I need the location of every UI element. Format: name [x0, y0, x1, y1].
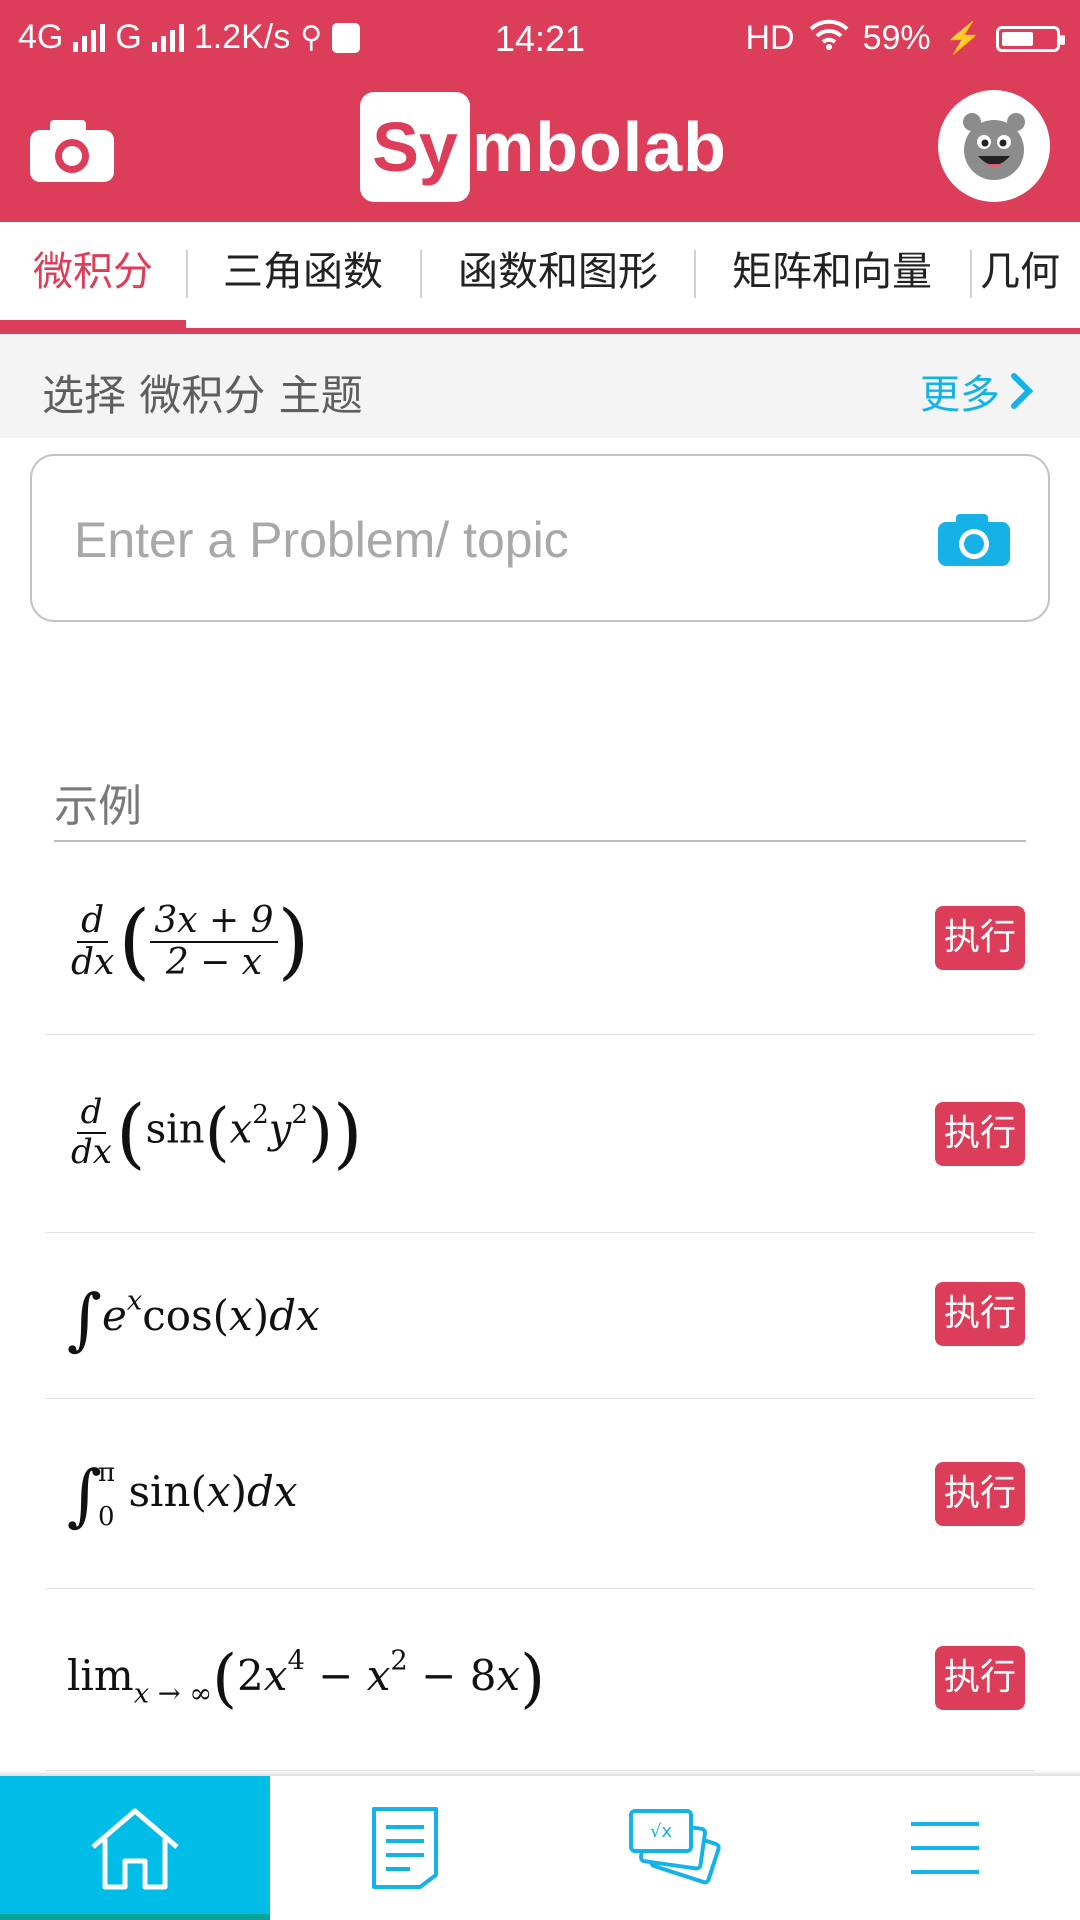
- problem-search-box: [30, 454, 1050, 622]
- tab-matrices-vectors[interactable]: 矩阵和向量: [696, 222, 968, 328]
- examples-title: 示例: [54, 781, 142, 832]
- tab-functions-graphs[interactable]: 函数和图形: [422, 222, 694, 328]
- run-button[interactable]: 执行: [935, 1282, 1025, 1346]
- battery-icon: [996, 25, 1065, 52]
- nav-notebook[interactable]: [270, 1776, 540, 1920]
- example-derivative-sin: d dx (sin(x2y2)): [71, 1088, 363, 1177]
- run-button[interactable]: 执行: [935, 1102, 1025, 1166]
- tab-trigonometry[interactable]: 三角函数: [188, 222, 418, 328]
- notebook-icon: [372, 1807, 438, 1889]
- example-derivative-rational: d dx(3x + 92 − x): [71, 894, 310, 989]
- run-button[interactable]: 执行: [935, 906, 1025, 970]
- tab-calculus[interactable]: 微积分: [0, 222, 186, 328]
- example-row[interactable]: ∫ π 0 sin(x)dx 执行: [45, 1398, 1035, 1589]
- tab-divider: [970, 250, 972, 298]
- menu-icon: [911, 1822, 979, 1874]
- app-header: Sy mbolab: [0, 78, 1080, 222]
- tab-geometry[interactable]: 几何: [980, 222, 1080, 328]
- category-tabs: 微积分 三角函数 函数和图形 矩阵和向量 几何: [0, 222, 1080, 334]
- camera-icon: [30, 120, 114, 182]
- example-row[interactable]: d dx (sin(x2y2)) 执行: [45, 1034, 1035, 1233]
- status-right: HD 59% ⚡: [745, 18, 1065, 59]
- nav-menu[interactable]: [810, 1776, 1080, 1920]
- battery-percent: 59%: [862, 19, 931, 57]
- example-row[interactable]: ∫excos(x)dx 执行: [45, 1232, 1035, 1399]
- example-row[interactable]: d dx(3x + 92 − x) 执行: [45, 842, 1035, 1035]
- chevron-right-icon: [1011, 373, 1034, 409]
- hd-badge: HD: [745, 19, 795, 57]
- more-label: 更多: [920, 372, 1000, 418]
- nav-home[interactable]: [0, 1776, 270, 1920]
- example-integral-excos: ∫excos(x)dx: [67, 1280, 320, 1358]
- battery-level: [1002, 31, 1033, 46]
- run-button[interactable]: 执行: [935, 1462, 1025, 1526]
- status-bar: 4G G 1.2K/s ⚲ 14:21 HD 59% ⚡: [0, 0, 1080, 78]
- example-definite-integral-sin: ∫ π 0 sin(x)dx: [67, 1456, 298, 1534]
- logo-text: mbolab: [472, 108, 727, 186]
- flashcards-icon: √x: [629, 1809, 721, 1885]
- example-limit: limx → ∞(2x4 − x2 − 8x): [67, 1642, 546, 1716]
- active-tab-indicator: [0, 320, 186, 328]
- bottom-nav: √x: [0, 1776, 1080, 1920]
- nav-practice[interactable]: √x: [540, 1776, 810, 1920]
- camera-search-button[interactable]: [936, 512, 1012, 572]
- avatar[interactable]: [938, 90, 1050, 202]
- run-button[interactable]: 执行: [935, 1646, 1025, 1710]
- example-row[interactable]: limx → ∞(2x4 − x2 − 8x) 执行: [45, 1588, 1035, 1771]
- more-link[interactable]: 更多: [920, 362, 1034, 420]
- charging-icon: ⚡: [944, 22, 982, 55]
- topic-label: 选择 微积分 主题: [42, 371, 363, 420]
- mascot-icon: [963, 113, 1025, 180]
- camera-icon: [938, 514, 1010, 566]
- home-icon: [91, 1808, 179, 1890]
- logo-box: Sy: [360, 92, 470, 202]
- symbolab-logo: Sy mbolab: [360, 92, 727, 202]
- topic-bar: 选择 微积分 主题 更多: [0, 334, 1080, 438]
- svg-text:√x: √x: [650, 1821, 672, 1842]
- wifi-icon: [809, 18, 849, 59]
- camera-button[interactable]: [28, 118, 116, 184]
- search-input[interactable]: [72, 496, 896, 584]
